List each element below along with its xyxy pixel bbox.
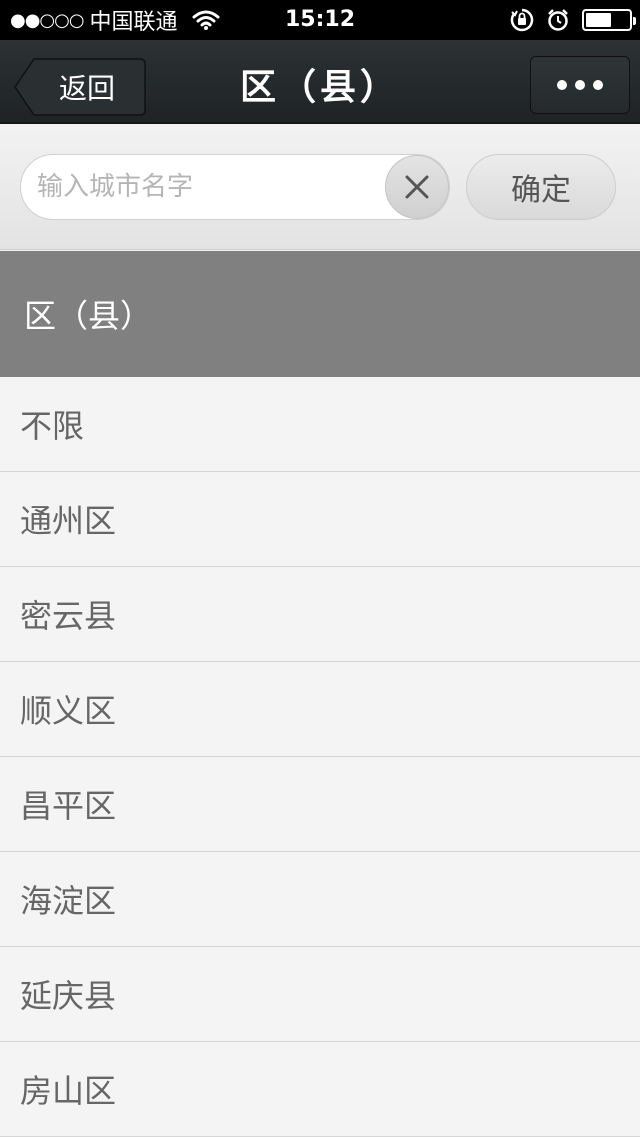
more-button[interactable] [530, 56, 630, 114]
battery-level [586, 13, 611, 27]
list-item[interactable]: 房山区 [0, 1042, 640, 1137]
list-item[interactable]: 不限 [0, 377, 640, 472]
back-button[interactable]: 返回 [14, 58, 146, 116]
list-item[interactable]: 密云县 [0, 567, 640, 662]
search-field [20, 154, 450, 220]
section-header: 区（县） [0, 251, 640, 377]
more-dots-icon [593, 80, 603, 90]
list-item[interactable]: 海淀区 [0, 852, 640, 947]
carrier-name: 中国联通 [89, 10, 178, 35]
confirm-button[interactable]: 确定 [466, 154, 616, 220]
status-right [510, 0, 636, 40]
search-area: 确定 [0, 124, 640, 250]
navigation-bar: 返回 区（县） [0, 40, 640, 124]
wifi-icon [192, 9, 220, 31]
page-title: 区（县） [239, 67, 400, 108]
city-search-input[interactable] [37, 155, 387, 219]
close-icon [405, 175, 429, 199]
status-left: ●●○○○ 中国联通 [10, 0, 220, 40]
battery-icon [582, 9, 636, 31]
signal-strength-icon: ●●○○○ [10, 9, 85, 31]
list-item[interactable]: 延庆县 [0, 947, 640, 1042]
alarm-icon [546, 8, 570, 32]
rotation-lock-icon [510, 8, 534, 32]
list-item[interactable]: 昌平区 [0, 757, 640, 852]
back-label: 返回 [58, 72, 115, 105]
more-dots-icon [557, 80, 567, 90]
list-item[interactable]: 顺义区 [0, 662, 640, 757]
district-list: 不限 通州区 密云县 顺义区 昌平区 海淀区 延庆县 房山区 [0, 377, 640, 1137]
clear-search-button[interactable] [385, 155, 449, 219]
status-bar: ●●○○○ 中国联通 15:12 [0, 0, 640, 40]
more-dots-icon [575, 80, 585, 90]
list-item[interactable]: 通州区 [0, 472, 640, 567]
